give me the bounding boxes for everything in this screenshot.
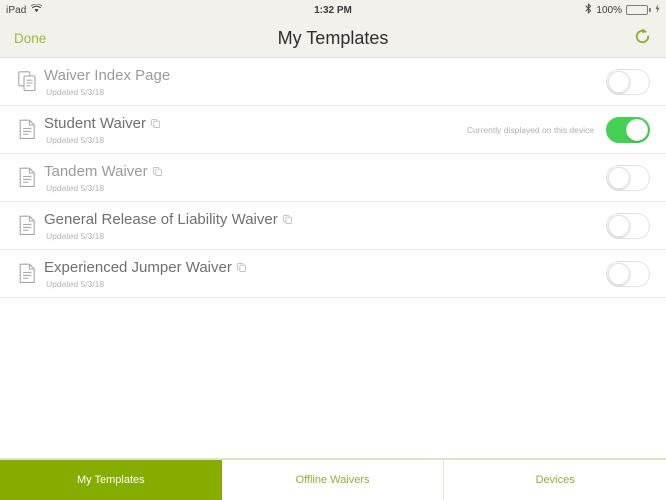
row-text-block: Tandem Waiver Updated 5/3/18 [44, 163, 594, 193]
status-bar-left: iPad [6, 3, 43, 16]
tab-label: Offline Waivers [295, 474, 370, 486]
duplicate-tag-icon [282, 214, 292, 224]
toggle-knob [608, 214, 630, 237]
row-title-line: Tandem Waiver [44, 163, 594, 180]
template-title: General Release of Liability Waiver [44, 210, 278, 228]
battery-icon [626, 5, 651, 15]
template-toggle[interactable] [606, 116, 650, 143]
template-toggle[interactable] [606, 260, 650, 287]
refresh-icon [633, 27, 652, 51]
ipad-screen: iPad 1:32 PM 100% Done My Templates Waiv… [0, 0, 666, 500]
table-row[interactable]: Student Waiver Updated 5/3/18 Currently … [0, 106, 666, 154]
row-title-line: Student Waiver [44, 115, 467, 132]
template-title: Student Waiver [44, 114, 146, 132]
toggle-knob [608, 70, 630, 93]
template-toggle[interactable] [606, 164, 650, 191]
template-toggle[interactable] [606, 212, 650, 239]
documents-copy-icon [10, 71, 44, 92]
template-title: Tandem Waiver [44, 162, 148, 180]
table-row[interactable]: General Release of Liability Waiver Upda… [0, 202, 666, 250]
template-updated-label: Updated 5/3/18 [46, 230, 105, 241]
device-name-label: iPad [6, 4, 27, 16]
row-text-block: Experienced Jumper Waiver Updated 5/3/18 [44, 259, 594, 289]
template-toggle[interactable] [606, 68, 650, 95]
template-updated-label: Updated 5/3/18 [46, 134, 105, 145]
row-title-line: Waiver Index Page [44, 67, 594, 84]
document-icon [10, 263, 44, 284]
templates-list: Waiver Index Page Updated 5/3/18 Student… [0, 58, 666, 458]
row-text-block: Student Waiver Updated 5/3/18 [44, 115, 467, 145]
table-row[interactable]: Tandem Waiver Updated 5/3/18 [0, 154, 666, 202]
bottom-tab-bar: My Templates Offline Waivers Devices [0, 458, 666, 500]
status-bar: iPad 1:32 PM 100% [0, 0, 666, 20]
duplicate-tag-icon [236, 262, 246, 272]
page-title: My Templates [277, 28, 389, 48]
tab-devices[interactable]: Devices [444, 460, 666, 500]
toggle-knob [608, 166, 630, 189]
row-title-line: Experienced Jumper Waiver [44, 259, 594, 276]
battery-percent-label: 100% [596, 4, 622, 16]
table-row[interactable]: Waiver Index Page Updated 5/3/18 [0, 58, 666, 106]
wifi-icon [31, 3, 43, 16]
tab-my-templates[interactable]: My Templates [0, 460, 222, 500]
currently-displayed-note: Currently displayed on this device [466, 124, 594, 135]
template-title: Experienced Jumper Waiver [44, 258, 232, 276]
duplicate-tag-icon [151, 118, 160, 128]
tab-label: My Templates [77, 474, 145, 486]
template-updated-label: Updated 5/3/18 [46, 86, 105, 97]
document-icon [10, 167, 44, 188]
status-bar-right: 100% [585, 3, 660, 17]
refresh-button[interactable] [633, 27, 652, 51]
row-title-line: General Release of Liability Waiver [44, 211, 594, 228]
toggle-knob [608, 262, 630, 285]
document-icon [10, 215, 44, 236]
charging-bolt-icon [655, 4, 660, 16]
row-text-block: Waiver Index Page Updated 5/3/18 [44, 67, 594, 97]
toggle-knob [626, 118, 648, 141]
tab-label: Devices [535, 474, 575, 486]
duplicate-tag-icon [152, 166, 162, 176]
tab-offline-waivers[interactable]: Offline Waivers [221, 460, 445, 500]
bluetooth-icon [585, 3, 592, 17]
template-updated-label: Updated 5/3/18 [46, 278, 105, 289]
row-text-block: General Release of Liability Waiver Upda… [44, 211, 594, 241]
table-row[interactable]: Experienced Jumper Waiver Updated 5/3/18 [0, 250, 666, 298]
done-button[interactable]: Done [14, 31, 46, 46]
document-icon [10, 119, 44, 140]
navigation-bar: Done My Templates [0, 20, 666, 58]
template-updated-label: Updated 5/3/18 [46, 182, 105, 193]
template-title: Waiver Index Page [44, 66, 171, 84]
status-bar-clock: 1:32 PM [314, 4, 352, 16]
